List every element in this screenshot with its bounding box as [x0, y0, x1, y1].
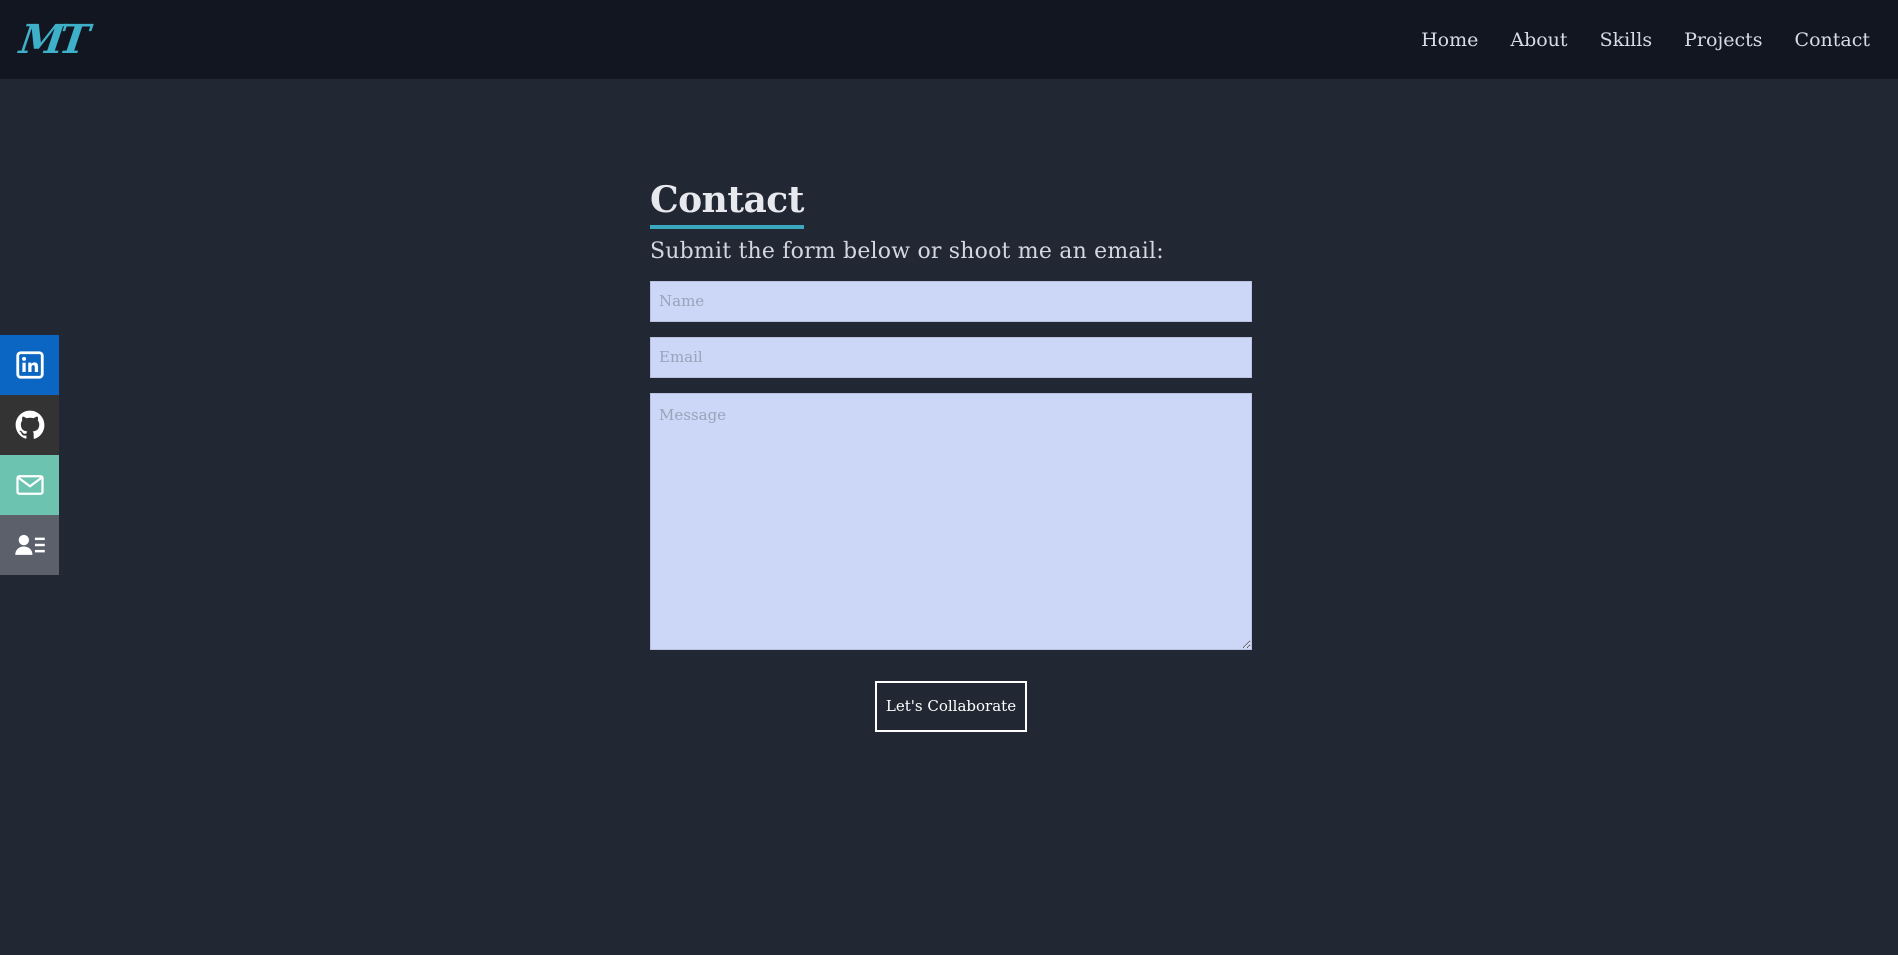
contact-section: Contact Submit the form below or shoot m…: [650, 181, 1252, 732]
email-icon: [15, 475, 44, 495]
email-link[interactable]: [0, 455, 59, 515]
nav-link-projects[interactable]: Projects: [1684, 29, 1762, 51]
nav-links: Home About Skills Projects Contact: [1421, 29, 1870, 51]
email-input[interactable]: [650, 336, 1252, 378]
nav-link-contact[interactable]: Contact: [1795, 29, 1870, 51]
linkedin-icon: [15, 351, 44, 379]
resume-link[interactable]: [0, 515, 59, 575]
github-icon: [15, 410, 44, 439]
logo[interactable]: MT: [13, 16, 88, 63]
contact-form: Let's Collaborate: [650, 280, 1252, 732]
contact-subtitle: Submit the form below or shoot me an ema…: [650, 238, 1164, 264]
nav-link-home[interactable]: Home: [1421, 29, 1478, 51]
github-link[interactable]: [0, 395, 59, 455]
message-textarea[interactable]: [650, 392, 1252, 650]
page-title: Contact: [650, 181, 804, 229]
name-input[interactable]: [650, 280, 1252, 322]
submit-wrap: Let's Collaborate: [650, 680, 1252, 732]
social-sidebar: [0, 335, 59, 575]
navbar: MT Home About Skills Projects Contact: [0, 0, 1898, 79]
nav-link-skills[interactable]: Skills: [1600, 29, 1653, 51]
submit-button[interactable]: Let's Collaborate: [875, 680, 1027, 732]
nav-link-about[interactable]: About: [1510, 29, 1567, 51]
resume-icon: [14, 534, 45, 555]
linkedin-link[interactable]: [0, 335, 59, 395]
